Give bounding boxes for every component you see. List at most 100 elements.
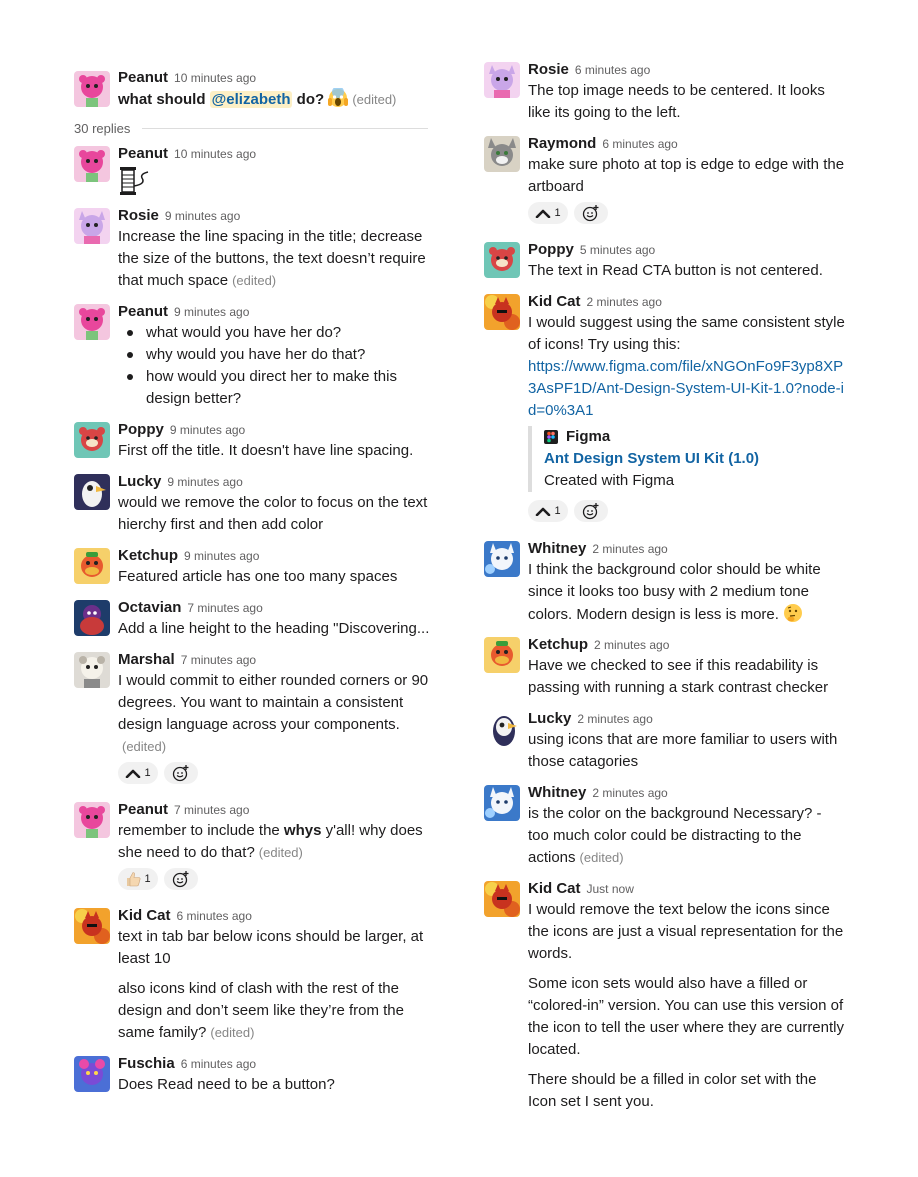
avatar[interactable]: [74, 304, 110, 340]
add-reaction-button[interactable]: [164, 868, 198, 890]
figma-logo-icon: [544, 430, 558, 444]
avatar[interactable]: [484, 294, 520, 330]
author-name[interactable]: Lucky: [528, 710, 571, 727]
timestamp[interactable]: Just now: [587, 882, 634, 896]
author-name[interactable]: Whitney: [528, 540, 586, 557]
message-text: I would commit to either rounded corners…: [118, 672, 429, 754]
add-reaction-button[interactable]: [164, 762, 198, 784]
timestamp[interactable]: 9 minutes ago: [174, 305, 249, 319]
reactions: 1: [118, 868, 428, 890]
timestamp[interactable]: 5 minutes ago: [580, 243, 655, 257]
message-body: Marshal 7 minutes ago I would commit to e…: [118, 650, 434, 784]
reaction-pill[interactable]: 1: [528, 202, 568, 224]
avatar[interactable]: [74, 1056, 110, 1092]
author-name[interactable]: Octavian: [118, 599, 181, 616]
timestamp[interactable]: 6 minutes ago: [181, 1057, 256, 1071]
figma-link[interactable]: https://www.figma.com/file/xNGOnFo9F3yp8…: [528, 356, 844, 422]
avatar[interactable]: [74, 600, 110, 636]
timestamp[interactable]: 10 minutes ago: [174, 71, 256, 85]
timestamp[interactable]: 9 minutes ago: [184, 549, 259, 563]
message-body: Fuschia 6 minutes ago Does Read need to b…: [118, 1054, 432, 1096]
author-name[interactable]: Poppy: [118, 421, 164, 438]
timestamp[interactable]: 2 minutes ago: [577, 712, 652, 726]
timestamp[interactable]: 9 minutes ago: [167, 475, 242, 489]
replies-divider: 30 replies: [74, 118, 428, 138]
timestamp[interactable]: 2 minutes ago: [592, 542, 667, 556]
avatar[interactable]: [74, 208, 110, 244]
avatar[interactable]: [484, 136, 520, 172]
preview-title[interactable]: Ant Design System UI Kit (1.0): [544, 448, 846, 470]
reactions: 1: [118, 762, 434, 784]
author-name[interactable]: Kid Cat: [528, 880, 581, 897]
message-text: The text in Read CTA button is not cente…: [528, 262, 823, 279]
message-text: also icons kind of clash with the rest o…: [118, 980, 404, 1041]
timestamp[interactable]: 2 minutes ago: [587, 295, 662, 309]
avatar[interactable]: [484, 242, 520, 278]
avatar[interactable]: [74, 71, 110, 107]
user-mention[interactable]: @elizabeth: [209, 91, 293, 108]
author-name[interactable]: Raymond: [528, 135, 596, 152]
timestamp[interactable]: 2 minutes ago: [594, 638, 669, 652]
avatar[interactable]: [484, 881, 520, 917]
timestamp[interactable]: 7 minutes ago: [181, 653, 256, 667]
reaction-pill[interactable]: 1: [118, 762, 158, 784]
message-text: First off the title. It doesn't have lin…: [118, 442, 414, 459]
message-text: Add a line height to the heading "Discov…: [118, 620, 430, 637]
reaction-count: 1: [144, 767, 151, 779]
author-name[interactable]: Peanut: [118, 801, 168, 818]
avatar[interactable]: [484, 785, 520, 821]
avatar[interactable]: [74, 802, 110, 838]
reaction-pill[interactable]: 1: [118, 868, 158, 890]
author-name[interactable]: Marshal: [118, 651, 175, 668]
timestamp[interactable]: 9 minutes ago: [165, 209, 240, 223]
caret-up-icon: [536, 209, 551, 218]
reaction-pill[interactable]: 1: [528, 500, 568, 522]
reactions: 1: [528, 202, 846, 224]
author-name[interactable]: Poppy: [528, 241, 574, 258]
avatar[interactable]: [484, 637, 520, 673]
avatar[interactable]: [74, 474, 110, 510]
author-name[interactable]: Rosie: [528, 61, 569, 78]
add-reaction-icon: [172, 871, 189, 888]
author-name[interactable]: Peanut: [118, 145, 168, 162]
message-text: I think the background color should be w…: [528, 559, 846, 630]
avatar[interactable]: [484, 711, 520, 747]
message-body: Whitney 2 minutes ago I think the backgro…: [528, 539, 846, 630]
message-text: I would remove the text below the icons …: [528, 901, 844, 962]
avatar[interactable]: [484, 62, 520, 98]
author-name[interactable]: Ketchup: [528, 636, 588, 653]
message-body: Peanut 9 minutes ago what would you have …: [118, 302, 418, 410]
link-preview[interactable]: Figma Ant Design System UI Kit (1.0) Cre…: [528, 426, 846, 492]
avatar[interactable]: [74, 146, 110, 182]
author-name[interactable]: Kid Cat: [528, 293, 581, 310]
author-name[interactable]: Peanut: [118, 69, 168, 86]
message-text: would we remove the color to focus on th…: [118, 494, 428, 533]
timestamp[interactable]: 2 minutes ago: [592, 786, 667, 800]
timestamp[interactable]: 7 minutes ago: [174, 803, 249, 817]
author-name[interactable]: Ketchup: [118, 547, 178, 564]
author-name[interactable]: Fuschia: [118, 1055, 175, 1072]
author-name[interactable]: Lucky: [118, 473, 161, 490]
message-text: There should be a filled in color set wi…: [528, 1071, 817, 1110]
divider-line: [142, 127, 428, 129]
timestamp[interactable]: 6 minutes ago: [602, 137, 677, 151]
avatar[interactable]: [74, 548, 110, 584]
edited-label: (edited): [352, 92, 397, 107]
avatar[interactable]: [484, 541, 520, 577]
author-name[interactable]: Peanut: [118, 303, 168, 320]
avatar[interactable]: [74, 652, 110, 688]
reaction-count: 1: [144, 873, 151, 885]
add-reaction-button[interactable]: [574, 500, 608, 522]
author-name[interactable]: Rosie: [118, 207, 159, 224]
timestamp[interactable]: 9 minutes ago: [170, 423, 245, 437]
author-name[interactable]: Kid Cat: [118, 907, 171, 924]
add-reaction-button[interactable]: [574, 202, 608, 224]
author-name[interactable]: Whitney: [528, 784, 586, 801]
timestamp[interactable]: 6 minutes ago: [575, 63, 650, 77]
timestamp[interactable]: 6 minutes ago: [177, 909, 252, 923]
timestamp[interactable]: 7 minutes ago: [187, 601, 262, 615]
add-reaction-icon: [582, 503, 599, 520]
avatar[interactable]: [74, 422, 110, 458]
avatar[interactable]: [74, 908, 110, 944]
timestamp[interactable]: 10 minutes ago: [174, 147, 256, 161]
